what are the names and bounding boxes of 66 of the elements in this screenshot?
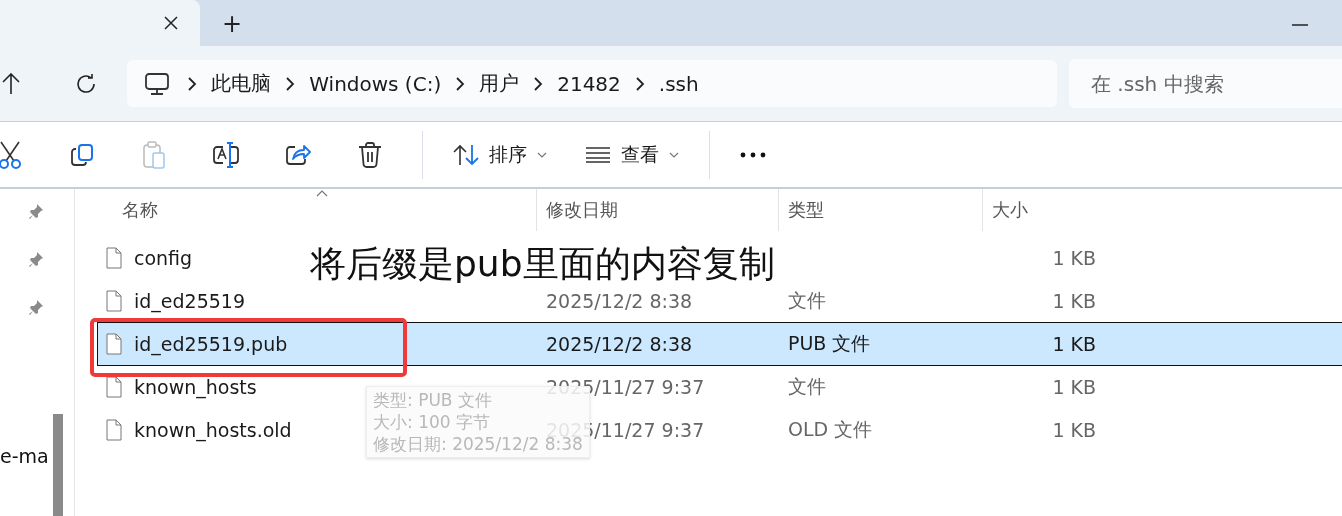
file-name: id_ed25519 [134, 290, 246, 312]
scissors-icon [0, 140, 23, 169]
file-name: config [134, 247, 193, 269]
column-header[interactable]: 名称 [122, 198, 158, 222]
breadcrumb[interactable]: .ssh [644, 71, 713, 96]
more-icon [740, 151, 766, 158]
file-name: known_hosts [134, 376, 257, 398]
file-type: 文件 [787, 375, 826, 397]
share-icon [285, 142, 311, 167]
scrollbar[interactable] [53, 414, 63, 516]
file-name: id_ed25519.pub [134, 333, 288, 355]
file-icon [106, 247, 122, 269]
breadcrumb[interactable]: 用户 [465, 70, 534, 97]
close-icon[interactable] [164, 16, 178, 30]
annotation-text: 将后缀是pub里面的内容复制 [310, 242, 775, 286]
file-icon [106, 290, 122, 312]
chevron-icon [533, 75, 544, 92]
refresh-icon[interactable] [75, 72, 98, 95]
pin-icon[interactable] [28, 299, 44, 315]
file-size: 1 KB [1051, 376, 1096, 398]
file-size: 1 KB [1051, 290, 1096, 312]
modified-date: 2025/11/27 9:37 [545, 376, 705, 398]
file-size: 1 KB [1051, 419, 1096, 441]
file-type: 文件 [787, 289, 826, 311]
file-icon [106, 419, 122, 441]
computer-icon [145, 71, 170, 96]
clipboard-icon [142, 140, 166, 169]
search-field[interactable]: 在 .ssh 中搜索 [1069, 59, 1342, 108]
modified-date: 2025/12/2 8:38 [545, 333, 693, 355]
file-icon [106, 376, 122, 398]
caret-icon [537, 151, 547, 158]
pin-icon[interactable] [28, 251, 44, 267]
file-name: known_hosts.old [134, 419, 292, 441]
column-header[interactable]: 修改日期 [546, 198, 618, 222]
file-type: PUB 文件 [787, 332, 871, 354]
breadcrumb[interactable]: 21482 [543, 71, 635, 96]
trash-icon [358, 141, 382, 168]
pin-icon[interactable] [28, 203, 44, 219]
file-icon [106, 333, 122, 355]
caret-icon [669, 151, 679, 158]
file-size: 1 KB [1051, 333, 1096, 355]
file-type: OLD 文件 [787, 418, 873, 440]
modified-date: 2025/12/2 8:38 [545, 290, 693, 312]
sort-button[interactable]: 排序 [445, 134, 555, 175]
selected-row[interactable]: id_ed25519.pub 2025/12/2 8:38 PUB 文件 1 KB [98, 323, 1342, 365]
copy-icon [70, 142, 94, 167]
column-header[interactable]: 类型 [788, 198, 824, 222]
breadcrumb[interactable]: Windows (C:) [295, 71, 456, 96]
address-bar[interactable]: 此电脑 Windows (C:) 用户 21482 .ssh [127, 60, 1057, 107]
chevron-icon [455, 75, 466, 92]
sort-icon [453, 143, 479, 166]
chevron-icon [634, 75, 645, 92]
tooltip-line: 类型: PUB 文件 [373, 389, 493, 411]
list-icon [585, 146, 611, 163]
file-size: 1 KB [1051, 247, 1096, 269]
rename-icon [212, 141, 240, 168]
new-tab-button[interactable]: + [212, 10, 252, 38]
breadcrumb[interactable]: 此电脑 [197, 70, 286, 97]
sort-caret-icon [316, 190, 328, 197]
view-button[interactable]: 查看 [577, 134, 687, 175]
column-header[interactable]: 大小 [992, 198, 1028, 222]
chevron-icon [285, 75, 296, 92]
chevron-icon [187, 75, 198, 92]
up-arrow-icon[interactable] [2, 72, 20, 95]
nav-item[interactable]: e-ma [0, 445, 74, 467]
tooltip-line: 修改日期: 2025/12/2 8:38 [373, 434, 583, 455]
